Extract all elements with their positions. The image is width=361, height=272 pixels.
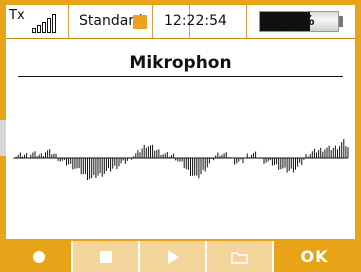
ok-label: OK [300,247,329,266]
microphone-waveform [13,139,349,180]
signal-bars-icon [32,11,62,33]
divider [152,5,153,38]
record-icon [32,250,45,263]
stop-icon [99,250,112,263]
status-indicator-square [133,15,147,29]
tx-label: Tx [9,8,25,23]
function-bar: OK [0,241,361,272]
folder-icon [230,251,248,264]
record-button[interactable] [6,241,73,272]
divider [246,5,247,38]
battery-terminal [339,16,343,27]
clock: 12:22:54 [164,13,227,29]
stop-button[interactable] [73,241,140,272]
ok-button[interactable]: OK [274,241,355,272]
battery-percent: 64% [283,14,315,29]
play-button[interactable] [140,241,207,272]
battery-indicator: 64% [259,11,339,32]
open-folder-button[interactable] [207,241,274,272]
status-bar: Tx Standard 12:22:54 64% [6,5,355,39]
play-icon [167,249,179,264]
transmitter-signal: Tx [6,5,69,38]
